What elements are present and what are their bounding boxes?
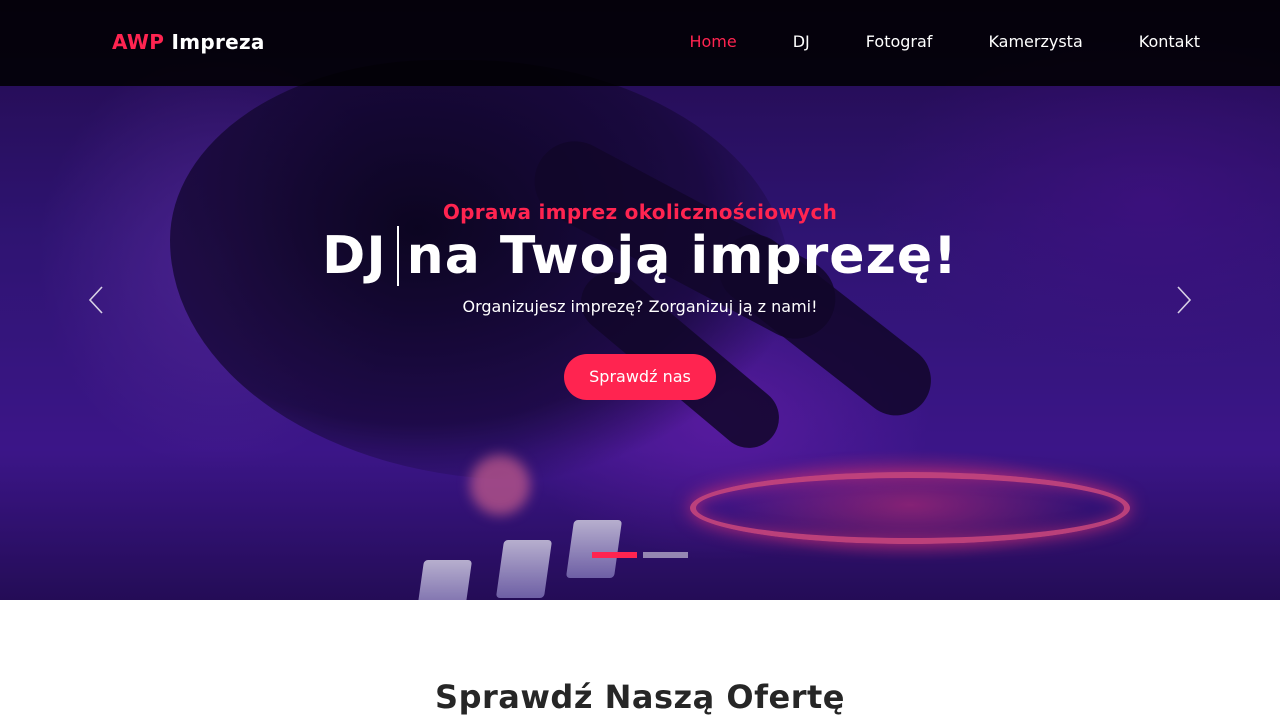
carousel-prev-button[interactable] — [84, 284, 108, 316]
hero-subtitle: Oprawa imprez okolicznościowych — [442, 200, 838, 224]
main-nav: Home DJ Fotograf Kamerzysta Kontakt — [633, 32, 1200, 51]
carousel-indicator-1[interactable] — [592, 552, 637, 558]
hero-caption: Oprawa imprez okolicznościowych DJ na Two… — [0, 200, 1280, 400]
nav-item-home[interactable]: Home — [689, 32, 736, 51]
hero-headline-typed: DJ — [322, 226, 387, 286]
chevron-left-icon — [88, 286, 103, 314]
hero-lead: Organizujesz imprezę? Zorganizuj ją z na… — [462, 297, 818, 316]
check-us-button[interactable]: Sprawdź nas — [564, 354, 716, 400]
hero-carousel: Oprawa imprez okolicznościowych DJ na Two… — [0, 0, 1280, 600]
nav-item-kontakt[interactable]: Kontakt — [1139, 32, 1200, 51]
nav-item-kamerzysta[interactable]: Kamerzysta — [988, 32, 1082, 51]
chevron-right-icon — [1177, 286, 1192, 314]
hero-headline-rest: na Twoją imprezę! — [406, 226, 958, 286]
carousel-indicators — [592, 552, 688, 558]
typing-cursor — [396, 226, 399, 286]
logo-name: Impreza — [171, 30, 265, 54]
carousel-next-button[interactable] — [1172, 284, 1196, 316]
navbar: AWP Impreza Home DJ Fotograf Kamerzysta … — [0, 0, 1280, 86]
nav-item-dj[interactable]: DJ — [793, 32, 810, 51]
site-logo[interactable]: AWP Impreza — [112, 30, 265, 54]
nav-item-fotograf[interactable]: Fotograf — [866, 32, 933, 51]
offer-section-title: Sprawdź Naszą Ofertę — [435, 678, 845, 716]
logo-accent: AWP — [112, 30, 165, 54]
carousel-indicator-2[interactable] — [643, 552, 688, 558]
hero-headline: DJ na Twoją imprezę! — [0, 226, 1280, 286]
